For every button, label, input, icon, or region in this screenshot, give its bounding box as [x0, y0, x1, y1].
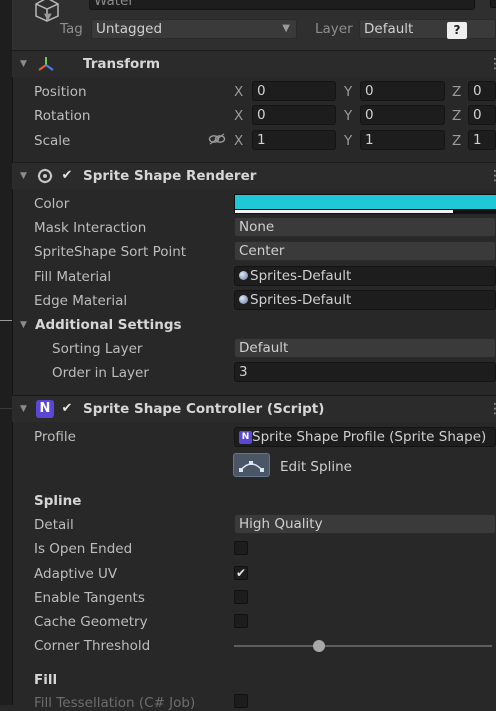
controller-title: Sprite Shape Controller (Script) [83, 401, 325, 417]
foldout-arrow-icon[interactable]: ▼ [20, 59, 27, 69]
axis-y-label: Y [344, 108, 353, 124]
tag-label: Tag [60, 21, 83, 37]
cache-geometry-checkbox[interactable] [234, 614, 248, 628]
layer-value: Default [364, 21, 414, 37]
cutoff-fill-row-label: Fill Tessellation (C# Job) [34, 695, 196, 711]
layer-dropdown[interactable]: Default [359, 19, 496, 39]
transform-header[interactable]: ▼ Transform ⋮ [12, 50, 496, 77]
renderer-enabled-checkbox[interactable]: ✔ [60, 169, 74, 183]
enable-tangents-label: Enable Tangents [34, 590, 145, 606]
component-menu-icon[interactable]: ⋮ [488, 168, 496, 184]
detail-label: Detail [34, 517, 74, 533]
additional-settings-label[interactable]: Additional Settings [35, 317, 182, 333]
sort-point-dropdown[interactable]: Center [234, 241, 496, 261]
additional-settings-foldout-icon[interactable]: ▼ [20, 320, 27, 330]
edge-material-label: Edge Material [34, 293, 128, 309]
constrain-proportions-link-icon[interactable] [208, 133, 226, 145]
position-x-field[interactable]: 0 [252, 81, 336, 101]
corner-threshold-slider-track[interactable] [234, 640, 492, 652]
color-swatch [235, 195, 496, 209]
mask-interaction-dropdown[interactable]: None [234, 217, 496, 237]
sprite-shape-controller-header[interactable]: ▼ N ✔ Sprite Shape Controller (Script) ⋮ [12, 395, 496, 422]
profile-label: Profile [34, 429, 76, 445]
scale-z-field[interactable]: 1 [468, 130, 496, 150]
cache-geometry-label: Cache Geometry [34, 614, 148, 630]
static-checkbox[interactable] [490, 0, 496, 8]
fill-header: Fill [34, 672, 58, 688]
fill-material-value: Sprites-Default [250, 268, 352, 284]
axis-y-label: Y [344, 133, 353, 149]
material-icon [239, 271, 248, 280]
open-ended-label: Is Open Ended [34, 541, 133, 557]
color-field[interactable] [234, 194, 496, 214]
corner-threshold-label: Corner Threshold [34, 638, 151, 654]
foldout-arrow-icon[interactable]: ▼ [20, 404, 27, 414]
color-alpha-bar [235, 210, 453, 213]
rotation-x-field[interactable]: 0 [252, 105, 336, 125]
position-z-field[interactable]: 0 [468, 81, 496, 101]
edit-spline-label[interactable]: Edit Spline [280, 459, 352, 475]
sorting-layer-label: Sorting Layer [52, 341, 143, 357]
enable-tangents-checkbox[interactable] [234, 590, 248, 604]
fill-tessellation-checkbox[interactable] [234, 694, 248, 708]
axis-z-label: Z [452, 108, 462, 124]
sprite-shape-script-icon: N [36, 400, 54, 418]
rotation-label: Rotation [34, 108, 91, 124]
transform-axes-icon [38, 57, 54, 71]
profile-field[interactable]: N Sprite Shape Profile (Sprite Shape) [234, 427, 496, 447]
rotation-z-field[interactable]: 0 [468, 105, 496, 125]
color-label: Color [34, 196, 70, 212]
material-icon [239, 295, 248, 304]
chevron-down-icon: ▼ [282, 23, 290, 34]
adaptive-uv-checkbox[interactable]: ✔ [234, 566, 248, 580]
scale-x-field[interactable]: 1 [252, 130, 336, 150]
corner-threshold-slider-thumb[interactable] [313, 640, 326, 652]
fill-material-field[interactable]: Sprites-Default [234, 266, 496, 286]
layer-label: Layer [315, 21, 353, 37]
fill-material-label: Fill Material [34, 269, 112, 285]
axis-z-label: Z [452, 133, 462, 149]
transform-title: Transform [83, 56, 161, 72]
object-menu-arrow[interactable]: ▼ [44, 12, 52, 23]
open-ended-checkbox[interactable] [234, 541, 248, 555]
axis-y-label: Y [344, 84, 353, 100]
axis-x-label: X [234, 84, 244, 100]
detail-dropdown[interactable]: High Quality [234, 514, 496, 534]
controller-enabled-checkbox[interactable]: ✔ [60, 402, 74, 416]
sprite-shape-renderer-icon [37, 168, 53, 184]
sprite-shape-profile-icon: N [239, 430, 252, 444]
spline-header: Spline [34, 493, 82, 509]
spline-curve-icon [239, 461, 264, 472]
edge-material-field[interactable]: Sprites-Default [234, 290, 496, 310]
sorting-layer-dropdown[interactable]: Default [234, 338, 496, 358]
scale-y-field[interactable]: 1 [360, 130, 445, 150]
profile-value: Sprite Shape Profile (Sprite Shape) [252, 429, 487, 445]
position-label: Position [34, 84, 87, 100]
mask-interaction-label: Mask Interaction [34, 220, 147, 236]
scale-label: Scale [34, 133, 71, 149]
object-header: ▼ Water Tag Untagged ▼ Layer Default ? [12, 0, 496, 50]
tag-value: Untagged [96, 21, 163, 37]
sprite-shape-renderer-header[interactable]: ▼ ✔ Sprite Shape Renderer ⋮ [12, 162, 496, 189]
hierarchy-edge [0, 0, 13, 705]
order-in-layer-field[interactable]: 3 [234, 362, 496, 382]
edit-spline-button[interactable] [233, 453, 270, 477]
adaptive-uv-label: Adaptive UV [34, 566, 118, 582]
tag-dropdown[interactable]: Untagged ▼ [91, 19, 297, 39]
renderer-title: Sprite Shape Renderer [83, 168, 257, 184]
object-name-field[interactable]: Water [89, 0, 475, 10]
help-icon[interactable]: ? [447, 22, 467, 39]
axis-x-label: X [234, 133, 244, 149]
edge-material-value: Sprites-Default [250, 292, 352, 308]
position-y-field[interactable]: 0 [360, 81, 445, 101]
foldout-arrow-icon[interactable]: ▼ [20, 171, 27, 181]
axis-z-label: Z [452, 84, 462, 100]
sort-point-label: SpriteShape Sort Point [34, 244, 187, 260]
order-in-layer-label: Order in Layer [52, 365, 149, 381]
axis-x-label: X [234, 108, 244, 124]
rotation-y-field[interactable]: 0 [360, 105, 445, 125]
component-menu-icon[interactable]: ⋮ [488, 56, 496, 72]
component-menu-icon[interactable]: ⋮ [488, 401, 496, 417]
